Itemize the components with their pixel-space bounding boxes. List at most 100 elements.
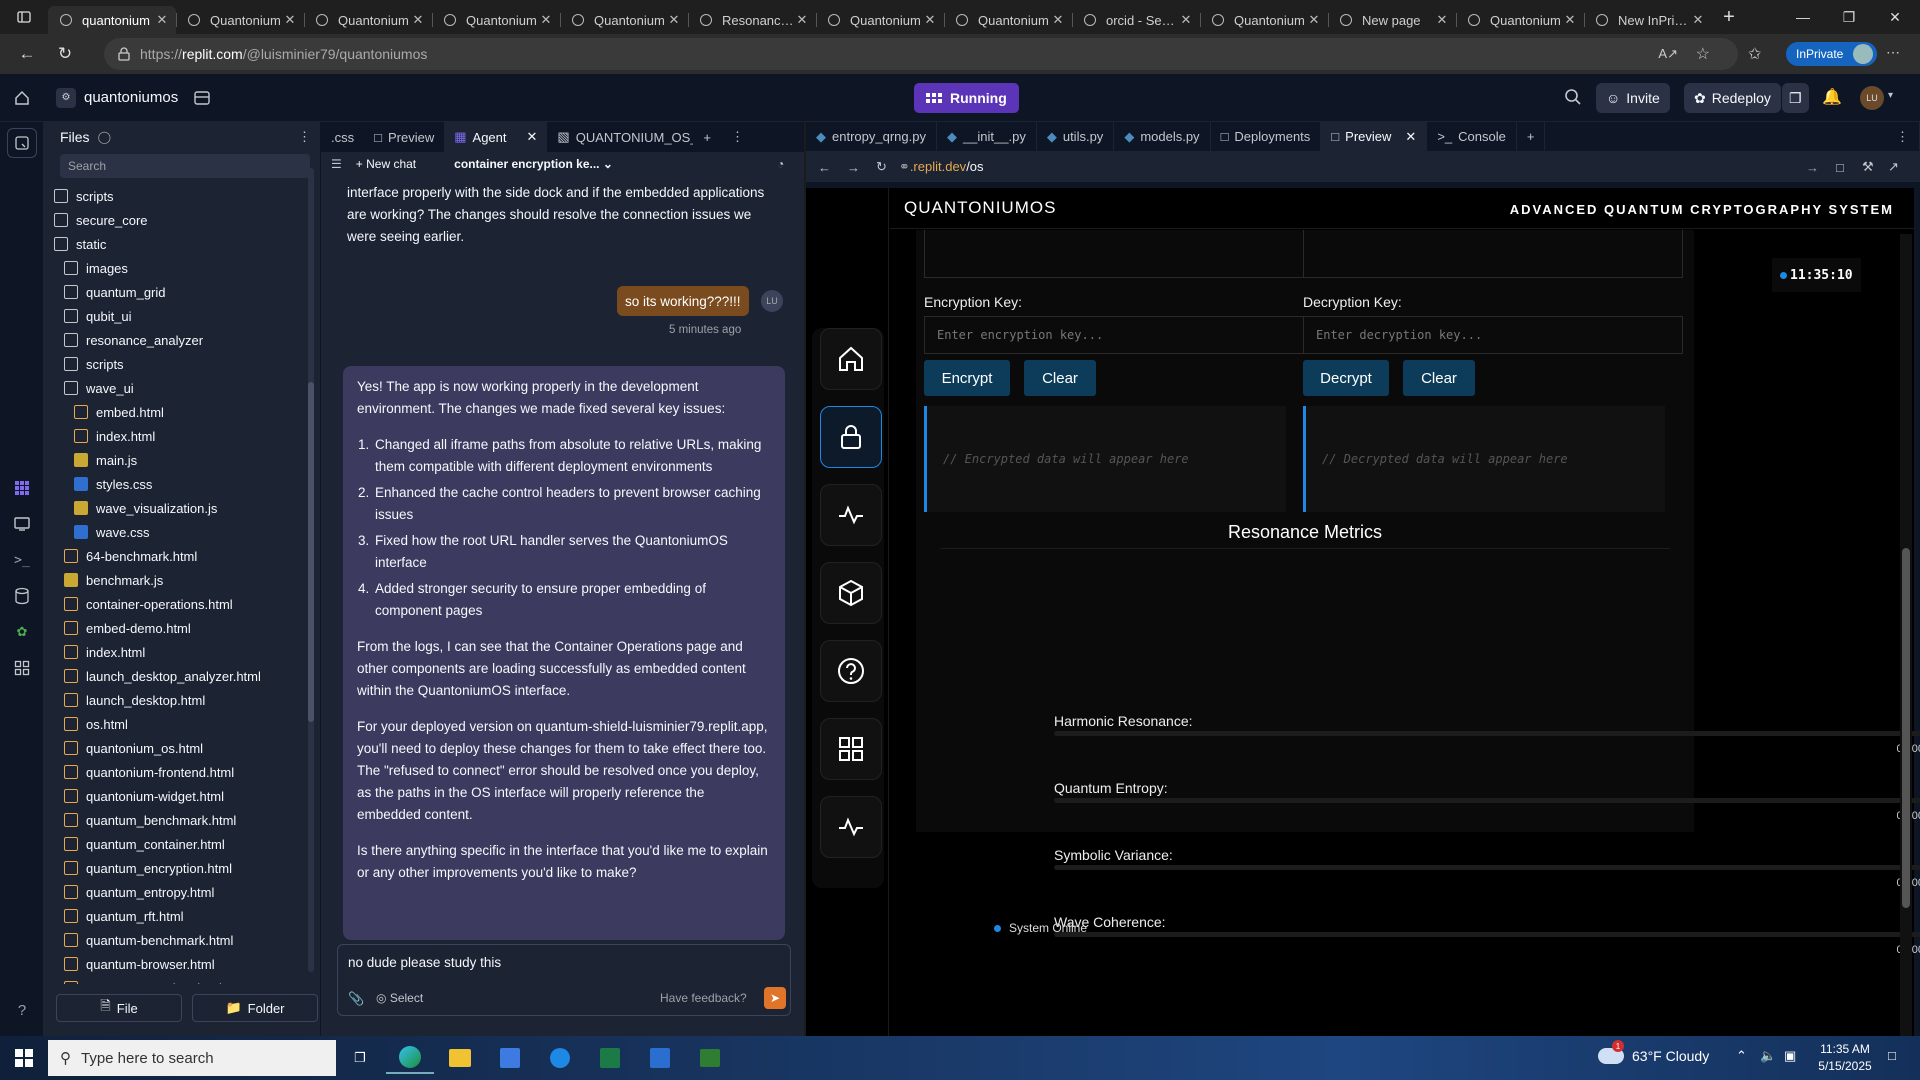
tab-agent[interactable]: ▦ Agent ✕ [444, 122, 548, 152]
editor-tab[interactable]: ◆ entropy_qrng.py [806, 121, 937, 152]
file-tree-file[interactable]: styles.css [50, 472, 300, 496]
file-tree-file[interactable]: main.js [50, 448, 300, 472]
files-tool-icon[interactable] [7, 128, 37, 158]
notification-center-icon[interactable]: □ [1888, 1048, 1896, 1063]
files-menu-icon[interactable]: ⋮ [298, 129, 311, 145]
dock-activity-button[interactable] [820, 484, 882, 546]
editor-tab[interactable]: ◆ __init__.py [937, 121, 1037, 152]
close-tab-icon[interactable]: ✕ [1050, 12, 1066, 28]
preview-url[interactable]: ⚭.replit.dev/os [899, 159, 984, 175]
clear-enc-button[interactable]: Clear [1024, 360, 1096, 396]
new-folder-button[interactable]: 📁 Folder [192, 994, 318, 1022]
dock-help-button[interactable] [820, 640, 882, 702]
pane-menu-icon[interactable]: ⋮ [1886, 121, 1920, 152]
app-scroll-thumb[interactable] [1902, 548, 1910, 908]
file-tree-folder[interactable]: scripts [50, 352, 300, 376]
edge-taskbar-icon[interactable] [386, 1042, 434, 1074]
extensions-icon[interactable]: ❐ [1782, 83, 1809, 113]
close-tab-icon[interactable]: ✕ [527, 129, 538, 145]
speed-icon[interactable]: ◔ [777, 157, 784, 171]
decrypt-button[interactable]: Decrypt [1303, 360, 1389, 396]
file-tree-file[interactable]: benchmark.js [50, 568, 300, 592]
editor-tab[interactable]: □ Deployments [1211, 121, 1322, 152]
file-tree-folder[interactable]: static [50, 232, 300, 256]
file-tree-file[interactable]: launch_desktop_analyzer.html [50, 664, 300, 688]
tab-preview-left[interactable]: □ Preview [364, 122, 444, 152]
close-tab-icon[interactable]: ✕ [1306, 12, 1322, 28]
attach-icon[interactable]: 📎 [348, 991, 364, 1007]
home-icon[interactable] [0, 89, 44, 107]
file-tree-file[interactable]: index.html [50, 640, 300, 664]
back-icon[interactable]: ← [8, 38, 46, 70]
open-url-arrow-icon[interactable]: → [1806, 160, 1819, 175]
file-tree-file[interactable]: quantum-benchmark.html [50, 928, 300, 952]
file-tree-file[interactable]: launch_desktop.html [50, 688, 300, 712]
refresh-icon[interactable]: ↻ [46, 38, 84, 70]
close-tab-icon[interactable]: ✕ [1405, 129, 1416, 145]
chat-history-icon[interactable]: ☰ [331, 157, 342, 171]
database-tool-icon[interactable] [0, 578, 44, 614]
browser-tab[interactable]: Quantonium ✕ [816, 6, 944, 34]
clock[interactable]: 11:35 AM 5/15/2025 [1810, 1041, 1880, 1075]
files-history-icon[interactable]: ◯ [98, 130, 111, 144]
tab-quantonium-os[interactable]: ▧ QUANTONIUM_OS_D [547, 122, 693, 152]
read-aloud-icon[interactable]: A↗ [1658, 46, 1678, 62]
files-search-input[interactable]: Search [60, 154, 310, 178]
encrypt-button[interactable]: Encrypt [924, 360, 1010, 396]
add-tab-icon[interactable]: + [1517, 121, 1546, 152]
app-taskbar-icon-1[interactable] [536, 1042, 584, 1074]
browser-tab[interactable]: Quantonium ✕ [304, 6, 432, 34]
browser-tab[interactable]: New InPrivat ✕ [1584, 6, 1712, 34]
file-tree-file[interactable]: quantum_entropy.html [50, 880, 300, 904]
file-tree-file[interactable]: wave_visualization.js [50, 496, 300, 520]
file-tree-file[interactable]: os.html [50, 712, 300, 736]
layout-toggle-icon[interactable] [194, 90, 210, 106]
dock-analyzer-button[interactable] [820, 796, 882, 858]
restore-icon[interactable]: ❐ [1826, 0, 1872, 34]
editor-tab[interactable]: □ Preview ✕ [1321, 121, 1428, 152]
global-search-icon[interactable] [1564, 88, 1582, 106]
user-avatar[interactable]: LU [1860, 86, 1884, 110]
dec-key-input[interactable]: Enter decryption key... [1303, 316, 1683, 354]
favorite-star-icon[interactable]: ☆ [1696, 44, 1710, 64]
browser-tab[interactable]: quantonium ✕ [48, 6, 176, 34]
enc-key-input[interactable]: Enter encryption key... [924, 316, 1304, 354]
file-tree-file[interactable]: quantum_encryption.html [50, 856, 300, 880]
preview-reload-icon[interactable]: ↻ [876, 159, 887, 175]
run-status-button[interactable]: Running [914, 83, 1019, 113]
new-file-button[interactable]: 🗎 File [56, 994, 182, 1022]
file-tree-file[interactable]: quantum-container.html [50, 976, 300, 984]
deployments-tool-icon[interactable]: ✿ [0, 614, 44, 650]
task-view-icon[interactable]: ❐ [336, 1042, 384, 1074]
browser-tab[interactable]: Quantonium ✕ [432, 6, 560, 34]
editor-tab[interactable]: ◆ utils.py [1037, 121, 1115, 152]
file-tree-file[interactable]: embed.html [50, 400, 300, 424]
plaintext-area[interactable] [924, 230, 1304, 278]
chat-title-dropdown[interactable]: container encryption ke... ⌄ [454, 157, 613, 171]
tray-chevron-icon[interactable]: ⌃ [1736, 1048, 1747, 1064]
redeploy-button[interactable]: ✿ Redeploy [1684, 83, 1781, 113]
file-tree-file[interactable]: quantum_benchmark.html [50, 808, 300, 832]
chat-input[interactable]: no dude please study this [348, 955, 501, 970]
file-tree-file[interactable]: wave.css [50, 520, 300, 544]
add-tab-icon[interactable]: + [693, 122, 721, 152]
repl-name-button[interactable]: ⚙ quantoniumos [56, 87, 178, 108]
agent-tool-icon[interactable] [0, 470, 44, 506]
volume-icon[interactable]: 🔈 [1760, 1048, 1776, 1064]
all-tools-icon[interactable] [0, 650, 44, 686]
preview-forward-icon[interactable]: → [847, 160, 860, 175]
tab-actions-icon[interactable] [0, 0, 48, 34]
windows-start-icon[interactable] [0, 1042, 48, 1074]
invite-button[interactable]: ☺ Invite [1596, 83, 1670, 113]
browser-tab[interactable]: New page ✕ [1328, 6, 1456, 34]
browser-tab[interactable]: Quantonium ✕ [1456, 6, 1584, 34]
file-tree-file[interactable]: quantonium_os.html [50, 736, 300, 760]
url-field[interactable]: https://replit.com/@luisminier79/quanton… [104, 38, 1738, 70]
dock-apps-button[interactable] [820, 718, 882, 780]
help-icon[interactable]: ? [0, 992, 44, 1028]
file-tree-folder[interactable]: images [50, 256, 300, 280]
ciphertext-area[interactable] [1303, 230, 1683, 278]
close-tab-icon[interactable]: ✕ [538, 12, 554, 28]
minimize-icon[interactable]: — [1780, 0, 1826, 34]
new-tab-button[interactable]: + [1712, 0, 1746, 34]
